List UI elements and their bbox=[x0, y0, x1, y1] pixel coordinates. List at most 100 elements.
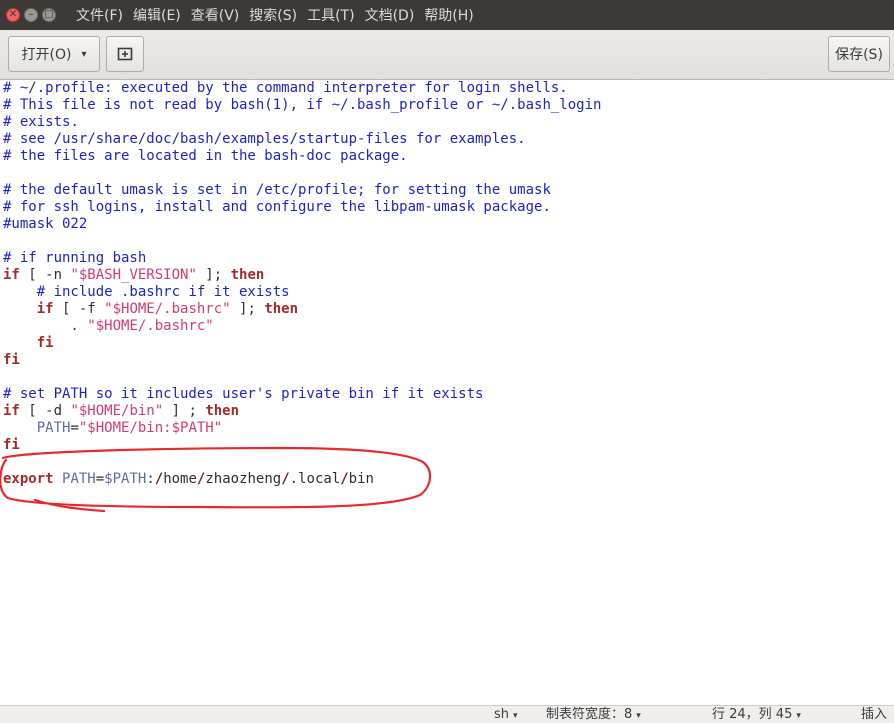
comment-token: # for ssh logins, install and configure … bbox=[3, 199, 551, 215]
menu-documents[interactable]: 文档(D) bbox=[365, 5, 415, 25]
comment-token: # include .bashrc if it exists bbox=[36, 284, 290, 300]
code-line: fi bbox=[3, 437, 601, 454]
menu-bar: 文件(F) 编辑(E) 查看(V) 搜索(S) 工具(T) 文档(D) 帮助(H… bbox=[76, 5, 484, 25]
code-lines: # ~/.profile: executed by the command in… bbox=[3, 80, 601, 488]
keyword-token: if bbox=[3, 403, 20, 419]
text-token: .local bbox=[289, 471, 341, 487]
open-button-label: 打开(O) bbox=[21, 47, 72, 63]
variable-name-token: PATH bbox=[36, 420, 71, 436]
new-tab-button[interactable] bbox=[106, 36, 144, 72]
minimize-icon[interactable]: – bbox=[24, 8, 38, 22]
window-controls: ✕ – □ bbox=[6, 8, 60, 22]
title-bar: ✕ – □ 文件(F) 编辑(E) 查看(V) 搜索(S) 工具(T) 文档(D… bbox=[0, 0, 894, 30]
keyword-token: then bbox=[205, 403, 240, 419]
insert-mode-indicator: 插入 bbox=[861, 707, 888, 722]
string-token: "$HOME/.bashrc" bbox=[104, 301, 231, 317]
text-token: [ -d bbox=[19, 403, 71, 419]
menu-edit[interactable]: 编辑(E) bbox=[133, 5, 181, 25]
comment-token: # if running bash bbox=[3, 250, 147, 266]
text-token: ]; bbox=[196, 267, 231, 283]
maximize-icon[interactable]: □ bbox=[42, 8, 56, 22]
variable-token: $PATH bbox=[104, 471, 147, 487]
keyword-token: export bbox=[3, 471, 54, 487]
comment-token: #umask 022 bbox=[3, 216, 88, 232]
open-button[interactable]: 打开(O) ▾ bbox=[8, 36, 100, 72]
code-line: # include .bashrc if it exists bbox=[3, 284, 601, 301]
text-token: ] ; bbox=[163, 403, 206, 419]
comment-token: # ~/.profile: executed by the command in… bbox=[3, 80, 568, 96]
keyword-token: fi bbox=[3, 437, 20, 453]
code-line: if [ -d "$HOME/bin" ] ; then bbox=[3, 403, 601, 420]
comment-token: # This file is not read by bash(1), if ~… bbox=[3, 97, 602, 113]
path-separator-token: / bbox=[340, 471, 349, 487]
text-token: [ -n bbox=[19, 267, 71, 283]
menu-tools[interactable]: 工具(T) bbox=[307, 5, 354, 25]
code-line: # if running bash bbox=[3, 250, 601, 267]
keyword-token: if bbox=[3, 267, 20, 283]
close-icon[interactable]: ✕ bbox=[6, 8, 20, 22]
code-line: fi bbox=[3, 352, 601, 369]
tab-width-label: 制表符宽度：8 bbox=[546, 707, 633, 722]
new-document-icon bbox=[117, 47, 133, 61]
toolbar: 打开(O) ▾ 保存(S) bbox=[0, 30, 894, 80]
menu-search[interactable]: 搜索(S) bbox=[249, 5, 297, 25]
string-token: "$HOME/bin" bbox=[70, 403, 164, 419]
code-line: # the default umask is set in /etc/profi… bbox=[3, 182, 601, 199]
code-line: if [ -f "$HOME/.bashrc" ]; then bbox=[3, 301, 601, 318]
menu-help[interactable]: 帮助(H) bbox=[424, 5, 473, 25]
code-line: fi bbox=[3, 335, 601, 352]
code-line: # for ssh logins, install and configure … bbox=[3, 199, 601, 216]
comment-token: # the default umask is set in /etc/profi… bbox=[3, 182, 551, 198]
string-token: "$BASH_VERSION" bbox=[70, 267, 197, 283]
string-token: "$HOME/bin:$PATH" bbox=[78, 420, 223, 436]
code-line: # ~/.profile: executed by the command in… bbox=[3, 80, 601, 97]
code-line: . "$HOME/.bashrc" bbox=[3, 318, 601, 335]
keyword-token: then bbox=[264, 301, 299, 317]
text-token: home bbox=[163, 471, 197, 487]
text-editor[interactable]: # ~/.profile: executed by the command in… bbox=[0, 80, 894, 705]
text-token: = bbox=[70, 420, 79, 436]
comment-token: # set PATH so it includes user's private… bbox=[3, 386, 484, 402]
text-token: zhaozheng bbox=[205, 471, 282, 487]
code-line: # the files are located in the bash-doc … bbox=[3, 148, 601, 165]
chevron-down-icon: ▾ bbox=[513, 711, 518, 721]
comment-token: # the files are located in the bash-doc … bbox=[3, 148, 408, 164]
text-token: ]; bbox=[230, 301, 265, 317]
language-label: sh bbox=[494, 707, 510, 722]
keyword-token: fi bbox=[3, 352, 20, 368]
text-token: [ -f bbox=[53, 301, 105, 317]
code-line: PATH="$HOME/bin:$PATH" bbox=[3, 420, 601, 437]
text-token: = bbox=[95, 471, 105, 487]
code-line: # see /usr/share/doc/bash/examples/start… bbox=[3, 131, 601, 148]
comment-token: # exists. bbox=[3, 114, 79, 130]
cursor-position-selector[interactable]: 行 24，列 45 ▾ bbox=[712, 706, 801, 725]
save-button[interactable]: 保存(S) bbox=[828, 36, 890, 72]
keyword-token: then bbox=[230, 267, 265, 283]
code-line: if [ -n "$BASH_VERSION" ]; then bbox=[3, 267, 601, 284]
code-line: export PATH=$PATH:/home/zhaozheng/.local… bbox=[3, 471, 601, 488]
code-line: #umask 022 bbox=[3, 216, 601, 233]
tab-width-selector[interactable]: 制表符宽度：8 ▾ bbox=[546, 706, 641, 725]
code-line: # exists. bbox=[3, 114, 601, 131]
path-separator-token: / bbox=[154, 471, 164, 487]
status-bar: sh ▾ 制表符宽度：8 ▾ 行 24，列 45 ▾ 插入 bbox=[0, 705, 894, 723]
keyword-token: if bbox=[36, 301, 54, 317]
text-token: : bbox=[146, 471, 155, 487]
menu-file[interactable]: 文件(F) bbox=[76, 5, 123, 25]
comment-token: # see /usr/share/doc/bash/examples/start… bbox=[3, 131, 526, 147]
code-line: # This file is not read by bash(1), if ~… bbox=[3, 97, 601, 114]
code-line: # set PATH so it includes user's private… bbox=[3, 386, 601, 403]
chevron-down-icon: ▾ bbox=[636, 711, 641, 721]
language-selector[interactable]: sh ▾ bbox=[494, 706, 518, 725]
menu-view[interactable]: 查看(V) bbox=[191, 5, 240, 25]
keyword-token: fi bbox=[36, 335, 54, 351]
text-token: . bbox=[3, 318, 88, 334]
